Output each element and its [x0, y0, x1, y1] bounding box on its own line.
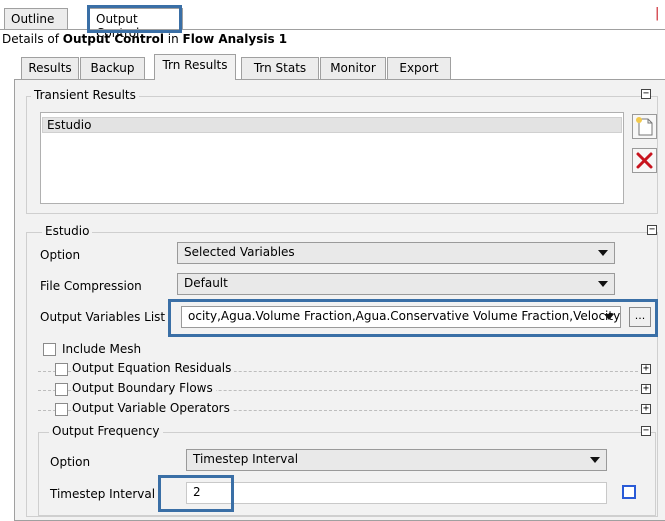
frequency-option-select[interactable]: Timestep Interval [186, 449, 607, 471]
chevron-down-icon [604, 314, 614, 320]
browse-button-label: ... [634, 309, 646, 322]
option-label: Option [40, 248, 81, 262]
tab-trn-stats[interactable]: Trn Stats [241, 57, 319, 79]
output-variables-label: Output Variables List [40, 310, 166, 324]
tab-backup[interactable]: Backup [80, 57, 145, 79]
chevron-down-icon [590, 457, 600, 463]
details-prefix: Details of [2, 32, 63, 46]
details-object: Output Control [62, 32, 164, 46]
output-variable-operators-label: Output Variable Operators [72, 401, 233, 415]
plus-icon[interactable]: + [641, 404, 651, 414]
new-document-icon [636, 117, 653, 136]
output-equation-residuals-checkbox[interactable] [55, 363, 68, 376]
browse-button[interactable]: ... [629, 307, 651, 327]
tab-monitor-label: Monitor [330, 61, 376, 75]
tab-output-control[interactable]: Output Control [89, 8, 183, 40]
tab-results-label: Results [28, 61, 72, 75]
chevron-down-icon [598, 281, 608, 287]
output-variables-value: ocity,Agua.Volume Fraction,Agua.Conserva… [188, 309, 621, 323]
frequency-option-value: Timestep Interval [193, 452, 299, 466]
frequency-option-label: Option [50, 455, 91, 469]
red-x-delete-icon [636, 152, 653, 169]
output-boundary-flows-label: Output Boundary Flows [72, 381, 216, 395]
timestep-interval-label: Timestep Interval [50, 487, 156, 501]
top-tab-divider [0, 29, 665, 30]
tab-outline[interactable]: Outline [4, 8, 68, 30]
chevron-down-icon [598, 250, 608, 256]
list-item-estudio-label: Estudio [47, 118, 92, 132]
file-compression-value: Default [184, 276, 228, 290]
timestep-interval-value: 2 [193, 485, 201, 499]
output-boundary-flows-checkbox[interactable] [55, 383, 68, 396]
output-variable-operators-checkbox[interactable] [55, 403, 68, 416]
details-parent: Flow Analysis 1 [182, 32, 288, 46]
option-select[interactable]: Selected Variables [177, 242, 615, 264]
file-compression-select[interactable]: Default [177, 273, 615, 295]
tab-trn-results[interactable]: Trn Results [154, 54, 236, 80]
timestep-interval-input[interactable]: 2 [186, 482, 607, 504]
new-item-button[interactable] [632, 114, 657, 139]
estudio-title: Estudio [42, 224, 93, 238]
tab-monitor[interactable]: Monitor [320, 57, 386, 79]
transient-results-title: Transient Results [31, 88, 139, 102]
tab-trn-results-label: Trn Results [162, 58, 228, 72]
file-compression-label: File Compression [40, 279, 142, 293]
details-header: Details of Output Control in Flow Analys… [2, 32, 287, 46]
plus-icon[interactable]: + [641, 384, 651, 394]
output-frequency-title: Output Frequency [49, 424, 163, 438]
include-mesh-label: Include Mesh [62, 342, 142, 356]
plus-icon[interactable]: + [641, 364, 651, 374]
tab-export[interactable]: Export [387, 57, 451, 79]
details-mid: in [163, 32, 183, 46]
output-equation-residuals-label: Output Equation Residuals [72, 361, 235, 375]
delete-item-button[interactable] [632, 148, 657, 173]
expression-toggle-square[interactable] [622, 485, 636, 499]
window-edge-marker: | [655, 6, 660, 21]
tab-export-label: Export [399, 61, 439, 75]
tab-trn-stats-label: Trn Stats [253, 61, 307, 75]
tab-outline-label: Outline [11, 12, 55, 26]
tab-results[interactable]: Results [21, 57, 79, 79]
output-variables-select[interactable]: ocity,Agua.Volume Fraction,Agua.Conserva… [181, 306, 621, 328]
minus-icon[interactable]: − [641, 426, 651, 436]
minus-icon[interactable]: − [641, 89, 651, 99]
list-item-estudio[interactable]: Estudio [42, 117, 622, 133]
include-mesh-checkbox[interactable] [43, 343, 56, 356]
option-select-value: Selected Variables [184, 245, 295, 259]
tab-backup-label: Backup [90, 61, 135, 75]
minus-icon[interactable]: − [647, 225, 657, 235]
